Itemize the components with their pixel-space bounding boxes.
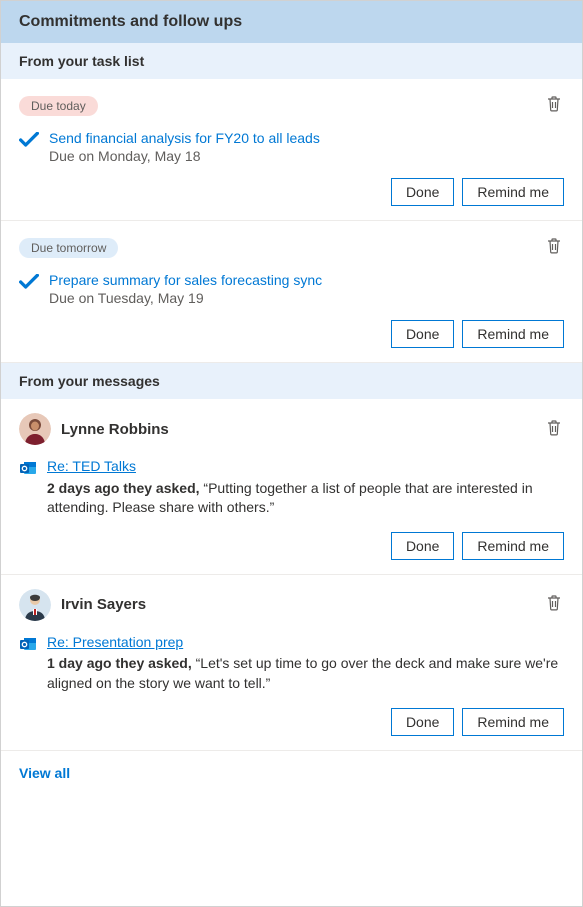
message-item: Lynne Robbins Re: TED Talks 2 days ago t… (1, 399, 582, 575)
message-subject-link[interactable]: Re: Presentation prep (47, 633, 564, 653)
card-title: Commitments and follow ups (1, 1, 582, 43)
trash-icon (546, 600, 562, 615)
delete-button[interactable] (544, 235, 564, 260)
trash-icon (546, 101, 562, 116)
task-due-text: Due on Monday, May 18 (49, 148, 564, 164)
message-section-header: From your messages (1, 363, 582, 399)
sender-name: Irvin Sayers (61, 596, 146, 613)
delete-button[interactable] (544, 417, 564, 442)
avatar (19, 589, 51, 621)
checkmark-icon (19, 274, 39, 293)
message-meta: 1 day ago they asked, (47, 655, 192, 671)
task-item: Due tomorrow Prepare summary for sales f… (1, 221, 582, 363)
remind-me-button[interactable]: Remind me (462, 320, 564, 348)
remind-me-button[interactable]: Remind me (462, 708, 564, 736)
trash-icon (546, 243, 562, 258)
remind-me-button[interactable]: Remind me (462, 532, 564, 560)
done-button[interactable]: Done (391, 320, 454, 348)
outlook-icon (19, 635, 37, 694)
task-item: Due today Send financial analysis for FY… (1, 79, 582, 221)
delete-button[interactable] (544, 592, 564, 617)
outlook-icon (19, 459, 37, 518)
task-title-link[interactable]: Send financial analysis for FY20 to all … (49, 130, 564, 146)
done-button[interactable]: Done (391, 532, 454, 560)
done-button[interactable]: Done (391, 178, 454, 206)
card-footer: View all (1, 751, 582, 795)
sender-name: Lynne Robbins (61, 421, 169, 438)
checkmark-icon (19, 132, 39, 151)
trash-icon (546, 425, 562, 440)
view-all-link[interactable]: View all (19, 765, 70, 781)
due-badge: Due tomorrow (19, 238, 118, 258)
message-item: Irvin Sayers Re: Presentation prep 1 day… (1, 575, 582, 751)
task-due-text: Due on Tuesday, May 19 (49, 290, 564, 306)
remind-me-button[interactable]: Remind me (462, 178, 564, 206)
done-button[interactable]: Done (391, 708, 454, 736)
task-section-header: From your task list (1, 43, 582, 79)
task-title-link[interactable]: Prepare summary for sales forecasting sy… (49, 272, 564, 288)
delete-button[interactable] (544, 93, 564, 118)
avatar (19, 413, 51, 445)
message-meta: 2 days ago they asked, (47, 480, 200, 496)
due-badge: Due today (19, 96, 98, 116)
message-subject-link[interactable]: Re: TED Talks (47, 457, 564, 477)
